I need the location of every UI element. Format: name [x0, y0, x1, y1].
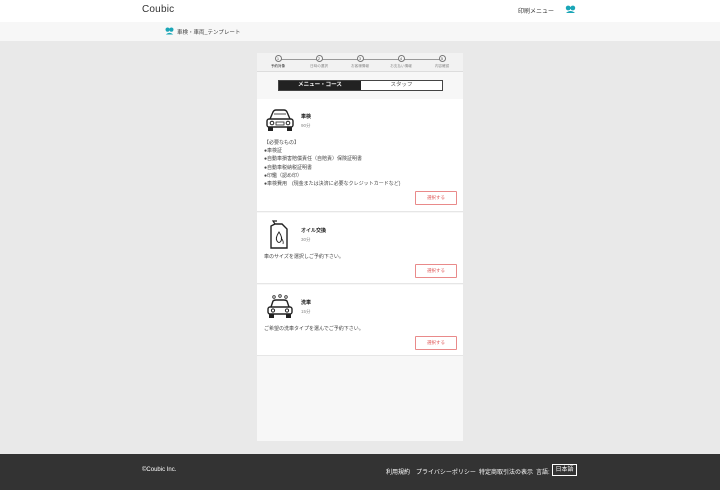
language-select[interactable]: 日本語 — [552, 464, 577, 476]
course-description: 車のサイズを選択しご予約下さい。 — [264, 253, 344, 261]
select-button[interactable]: 選択する — [415, 336, 457, 350]
store-icon — [165, 27, 174, 35]
step-label: 内容確認 — [434, 64, 450, 68]
select-button[interactable]: 選択する — [415, 191, 457, 205]
step-number: 4 — [397, 55, 405, 62]
course-card-wash: 洗車 15分 ご希望の洗車タイプを選んでご予約下さい。 選択する — [257, 285, 463, 356]
select-button[interactable]: 選択する — [415, 264, 457, 278]
oil-can-icon — [270, 220, 288, 249]
footer-link-privacy[interactable]: プライバシーポリシー — [416, 467, 476, 476]
course-name: 車検 — [301, 114, 312, 120]
tab-switcher: メニュー・コース スタッフ — [278, 80, 443, 91]
desc-line: 車のサイズを選択しご予約下さい。 — [264, 254, 344, 260]
course-card-oil: オイル交換 30分 車のサイズを選択しご予約下さい。 選択する — [257, 213, 463, 284]
car-wash-icon — [267, 294, 293, 318]
desc-line: 【必要なもの】 — [264, 140, 300, 146]
step-3: 3 お客様情報 — [340, 55, 380, 69]
user-avatar-icon[interactable] — [565, 5, 576, 14]
step-number: 3 — [356, 55, 364, 62]
step-2: 2 日時の選択 — [299, 55, 339, 69]
step-label: 日時の選択 — [310, 64, 328, 68]
desc-line: ●車検証 — [264, 148, 283, 155]
step-number: 2 — [315, 55, 323, 62]
page-title: 車検・車両_テンプレート — [177, 30, 241, 36]
footer-link-commerce[interactable]: 特定商取引法の表示 — [479, 467, 533, 476]
step-number: 5 — [438, 55, 446, 62]
progress-steps: 1 予約対象 2 日時の選択 3 お客様情報 4 お支払い情報 5 内容確認 — [257, 53, 463, 72]
step-5: 5 内容確認 — [422, 55, 462, 69]
step-4: 4 お支払い情報 — [381, 55, 421, 69]
step-label: お客様情報 — [351, 64, 369, 68]
coubic-logo[interactable]: Coubic — [142, 4, 174, 15]
course-description: 【必要なもの】 ●車検証 ●自動車損害賠償責任（自賠責）保険証明書 ●自動車税納… — [264, 139, 400, 188]
course-name: オイル交換 — [301, 228, 327, 234]
desc-line: ●自動車税納税証明書 — [264, 164, 313, 171]
course-duration: 30分 — [301, 237, 311, 242]
top-bar: Coubic 印刷メニュー — [0, 0, 720, 22]
step-label: お支払い情報 — [390, 64, 412, 68]
desc-line: ●印鑑（認め印） — [264, 172, 303, 179]
step-label: 予約対象 — [270, 64, 286, 68]
course-name: 洗車 — [301, 300, 312, 306]
desc-line: ●車検費用 (現金または決済に必要なクレジットカードなど) — [264, 181, 401, 188]
tab-staff[interactable]: スタッフ — [361, 81, 442, 90]
breadcrumb: 車検・車両_テンプレート — [0, 22, 720, 41]
desc-line: ●自動車損害賠償責任（自賠責）保険証明書 — [264, 156, 363, 163]
footer: ©Coubic Inc. 利用規約 プライバシーポリシー 特定商取引法の表示 言… — [0, 454, 720, 490]
step-1: 1 予約対象 — [258, 55, 298, 69]
course-card-shaken: 車検 90分 【必要なもの】 ●車検証 ●自動車損害賠償責任（自賠責）保険証明書… — [257, 99, 463, 212]
footer-link-terms[interactable]: 利用規約 — [386, 467, 410, 476]
desc-line: ご希望の洗車タイプを選んでご予約下さい。 — [264, 326, 364, 332]
tab-menu-course[interactable]: メニュー・コース — [279, 81, 361, 90]
step-number: 1 — [274, 55, 282, 62]
course-duration: 90分 — [301, 123, 311, 128]
copyright: ©Coubic Inc. — [142, 467, 177, 473]
course-description: ご希望の洗車タイプを選んでご予約下さい。 — [264, 325, 364, 333]
car-icon — [266, 109, 294, 131]
course-duration: 15分 — [301, 309, 311, 314]
language-label: 言語: — [536, 470, 550, 476]
print-menu-link[interactable]: 印刷メニュー — [518, 6, 554, 15]
